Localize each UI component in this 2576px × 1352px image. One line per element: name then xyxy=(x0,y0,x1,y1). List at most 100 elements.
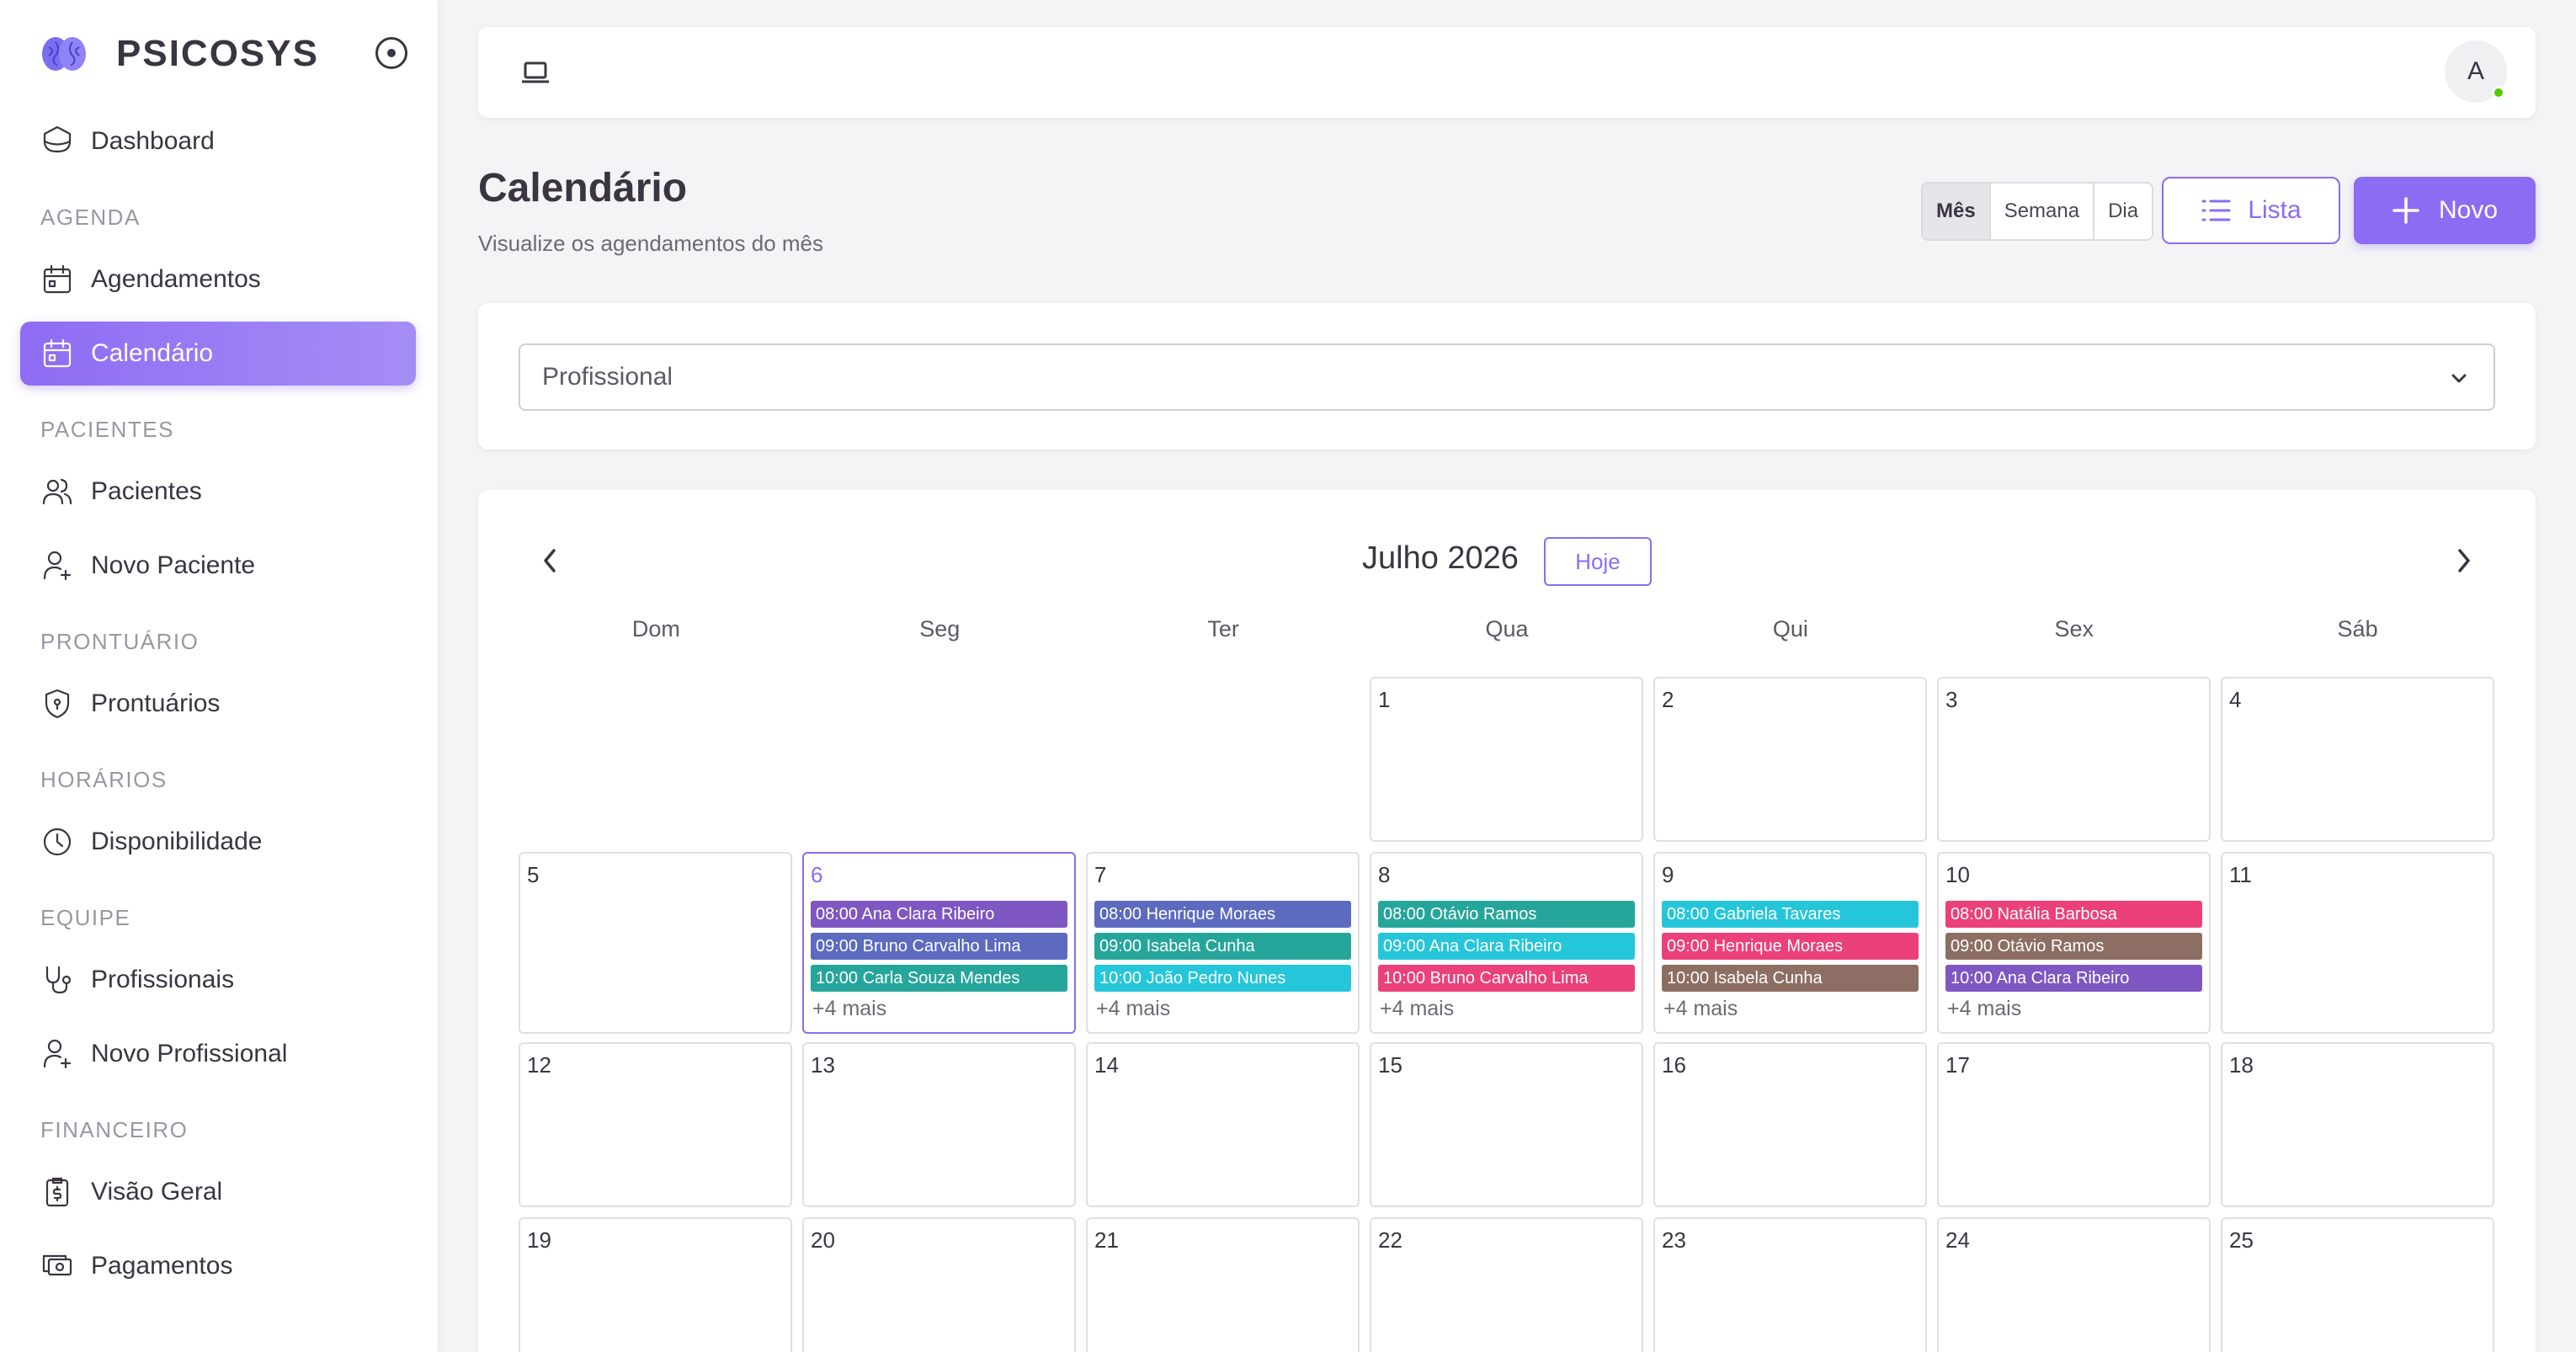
more-events-link[interactable]: +4 mais xyxy=(1663,997,1738,1021)
event-chip[interactable]: 08:00 Gabriela Tavares xyxy=(1662,901,1919,928)
sidebar-item-agendamentos[interactable]: Agendamentos xyxy=(20,248,416,311)
sidebar-item-visao-geral[interactable]: Visão Geral xyxy=(20,1160,416,1224)
chevron-right-icon[interactable] xyxy=(2451,546,2475,576)
calendar-day-cell[interactable]: 12 xyxy=(519,1042,792,1207)
day-number: 22 xyxy=(1378,1227,1402,1253)
weekday-label: Seg xyxy=(919,616,961,641)
calendar-day-cell[interactable]: 1 xyxy=(1370,677,1643,842)
report-money-icon xyxy=(45,1177,69,1207)
sidebar-item-novo-profissional[interactable]: Novo Profissional xyxy=(20,1022,416,1086)
sidebar-item-prontuarios[interactable]: Prontuários xyxy=(20,672,416,736)
day-number: 9 xyxy=(1662,862,1674,887)
sidebar-item-label: Visão Geral xyxy=(91,1178,223,1206)
weekday-label: Ter xyxy=(1207,616,1239,641)
calendar-day-cell[interactable]: 15 xyxy=(1370,1042,1643,1207)
sidebar-toggle-icon[interactable] xyxy=(375,37,407,69)
sidebar-item-label: Calendário xyxy=(91,339,214,367)
avatar-initial: A xyxy=(2467,57,2484,85)
calendar-day-cell[interactable]: 8 08:00 Otávio Ramos 09:00 Ana Clara Ribei… xyxy=(1370,852,1643,1034)
calendar-day-cell[interactable]: 21 xyxy=(1086,1217,1360,1352)
event-chip[interactable]: 10:00 João Pedro Nunes xyxy=(1094,965,1351,992)
sidebar-item-label: Pagamentos xyxy=(91,1252,233,1280)
sidebar-item-label: Prontuários xyxy=(91,689,221,717)
users-icon xyxy=(42,478,72,505)
weekday-label: Qua xyxy=(1485,616,1529,641)
event-chip[interactable]: 08:00 Henrique Moraes xyxy=(1094,901,1351,928)
calendar-day-cell[interactable]: 19 xyxy=(519,1217,792,1352)
weekday-label: Qui xyxy=(1772,616,1808,641)
page-subtitle: Visualize os agendamentos do mês xyxy=(478,231,823,256)
day-number: 17 xyxy=(1945,1052,1970,1078)
event-chip[interactable]: 09:00 Henrique Moraes xyxy=(1662,933,1919,960)
weekday-label: Sex xyxy=(2054,616,2094,641)
event-chip[interactable]: 10:00 Isabela Cunha xyxy=(1662,965,1919,992)
sidebar-item-profissionais[interactable]: Profissionais xyxy=(20,948,416,1012)
event-chip[interactable]: 10:00 Carla Souza Mendes xyxy=(811,965,1067,992)
event-chip[interactable]: 09:00 Bruno Carvalho Lima xyxy=(811,933,1067,960)
calendar-day-cell[interactable]: 16 xyxy=(1653,1042,1927,1207)
sidebar-item-novo-paciente[interactable]: Novo Paciente xyxy=(20,534,416,598)
calendar-day-cell[interactable]: 24 xyxy=(1937,1217,2211,1352)
sidebar-item-calendario[interactable]: Calendário xyxy=(20,322,416,386)
day-number: 11 xyxy=(2229,862,2252,887)
event-chip[interactable]: 08:00 Natália Barbosa xyxy=(1945,901,2202,928)
calendar-day-cell[interactable]: 13 xyxy=(802,1042,1076,1207)
view-month-button[interactable]: Mês xyxy=(1923,184,1989,239)
laptop-icon[interactable] xyxy=(520,59,551,86)
calendar-day-cell[interactable]: 17 xyxy=(1937,1042,2211,1207)
calendar-day-cell[interactable]: 22 xyxy=(1370,1217,1643,1352)
event-chip[interactable]: 10:00 Bruno Carvalho Lima xyxy=(1378,965,1635,992)
avatar[interactable]: A xyxy=(2445,40,2507,103)
event-chip[interactable]: 09:00 Ana Clara Ribeiro xyxy=(1378,933,1635,960)
calendar-grid: Dom Seg Ter Qua Qui Sex Sáb 1 2 3 4 5 6 08:00 Ana Cl… xyxy=(519,616,2495,1352)
calendar-day-cell[interactable]: 10 08:00 Natália Barbosa 09:00 Otávio Ramo… xyxy=(1937,852,2211,1034)
chevron-left-icon[interactable] xyxy=(539,546,562,576)
event-chip[interactable]: 09:00 Isabela Cunha xyxy=(1094,933,1351,960)
view-week-button[interactable]: Semana xyxy=(1988,184,2094,239)
calendar-day-cell[interactable]: 4 xyxy=(2221,677,2494,842)
brand[interactable]: PSICOSYS xyxy=(40,30,319,77)
calendar-day-cell[interactable]: 7 08:00 Henrique Moraes 09:00 Isabela Cunh… xyxy=(1086,852,1360,1034)
sidebar-item-label: Disponibilidade xyxy=(91,828,263,855)
day-number: 18 xyxy=(2229,1052,2254,1078)
new-appointment-button-label: Novo xyxy=(2438,196,2499,224)
event-chip[interactable]: 08:00 Otávio Ramos xyxy=(1378,901,1635,928)
day-number: 8 xyxy=(1378,862,1391,887)
weekday-label: Sáb xyxy=(2337,616,2378,641)
calendar-day-cell[interactable]: 23 xyxy=(1653,1217,1927,1352)
user-plus-icon xyxy=(43,551,72,581)
sidebar-item-dashboard[interactable]: Dashboard xyxy=(20,109,416,173)
today-button[interactable]: Hoje xyxy=(1544,537,1652,586)
calendar-day-cell[interactable]: 11 xyxy=(2221,852,2494,1034)
professional-select[interactable]: Profissional xyxy=(519,343,2495,411)
sidebar-item-pacientes[interactable]: Pacientes xyxy=(20,460,416,524)
event-chip[interactable]: 10:00 Ana Clara Ribeiro xyxy=(1945,965,2202,992)
new-appointment-button[interactable]: Novo xyxy=(2354,177,2536,244)
cash-icon xyxy=(42,1254,72,1276)
sidebar-item-disponibilidade[interactable]: Disponibilidade xyxy=(20,810,416,874)
more-events-link[interactable]: +4 mais xyxy=(1947,997,2021,1021)
more-events-link[interactable]: +4 mais xyxy=(1380,997,1454,1021)
view-day-button[interactable]: Dia xyxy=(2093,184,2153,239)
list-view-button[interactable]: Lista xyxy=(2162,177,2340,244)
sidebar-section-label: HORÁRIOS xyxy=(40,767,168,792)
calendar-day-cell[interactable]: 18 xyxy=(2221,1042,2494,1207)
plus-icon xyxy=(2392,197,2419,224)
calendar-day-cell[interactable]: 25 xyxy=(2221,1217,2494,1352)
calendar-day-cell[interactable]: 5 xyxy=(519,852,792,1034)
view-mode-group: Mês Semana Dia xyxy=(1921,182,2154,241)
more-events-link[interactable]: +4 mais xyxy=(1096,997,1170,1021)
sidebar: PSICOSYS Dashboard AGENDA Agendamentos Cale… xyxy=(0,0,438,1352)
more-events-link[interactable]: +4 mais xyxy=(812,997,886,1021)
day-number: 25 xyxy=(2229,1227,2254,1253)
user-plus-icon xyxy=(43,1039,72,1069)
calendar-day-cell[interactable]: 14 xyxy=(1086,1042,1360,1207)
calendar-day-cell[interactable]: 3 xyxy=(1937,677,2211,842)
calendar-day-cell[interactable]: 9 08:00 Gabriela Tavares 09:00 Henrique Mo… xyxy=(1653,852,1927,1034)
calendar-day-cell[interactable]: 20 xyxy=(802,1217,1076,1352)
event-chip[interactable]: 08:00 Ana Clara Ribeiro xyxy=(811,901,1067,928)
calendar-day-cell[interactable]: 6 08:00 Ana Clara Ribeiro 09:00 Bruno Carv… xyxy=(802,852,1076,1034)
event-chip[interactable]: 09:00 Otávio Ramos xyxy=(1945,933,2202,960)
sidebar-item-pagamentos[interactable]: Pagamentos xyxy=(20,1234,416,1298)
calendar-day-cell[interactable]: 2 xyxy=(1653,677,1927,842)
